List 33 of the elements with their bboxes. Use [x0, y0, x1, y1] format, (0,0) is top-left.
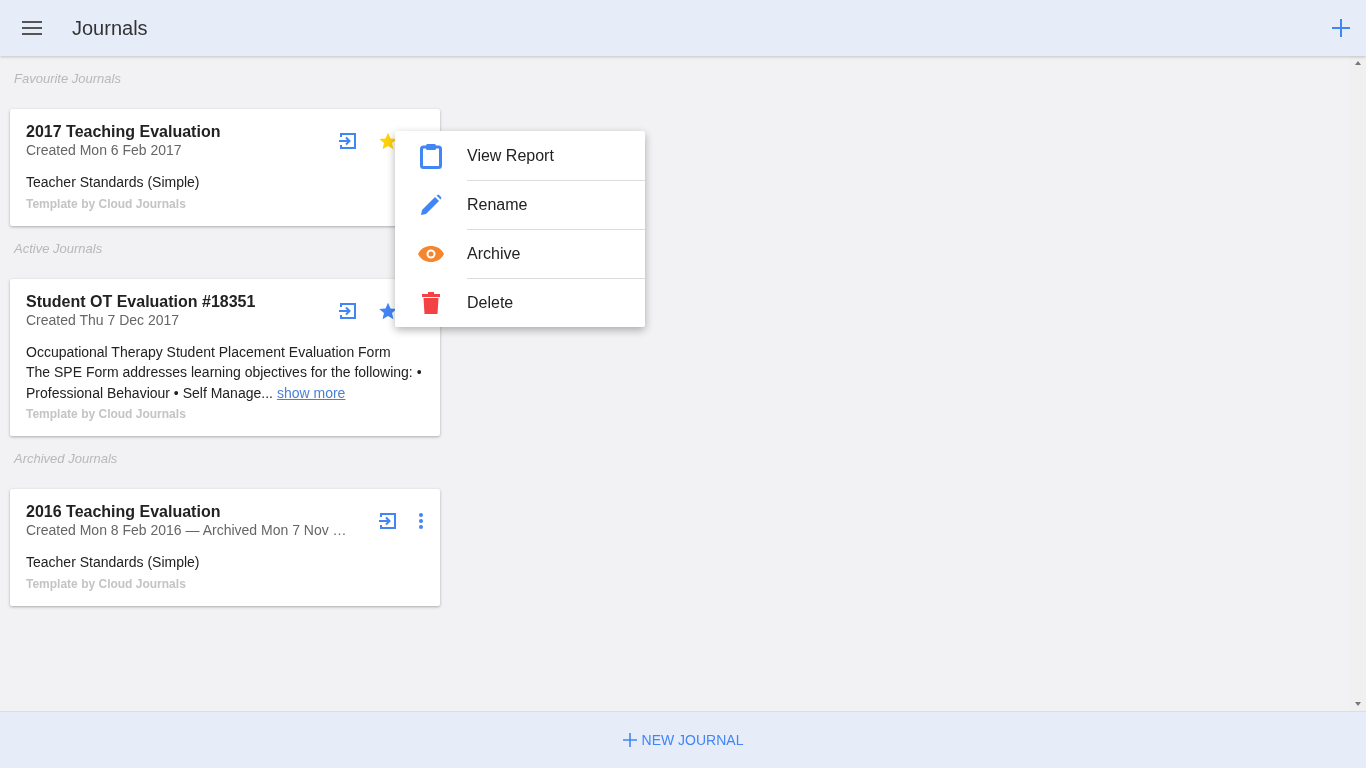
star-icon[interactable]	[378, 131, 398, 151]
more-icon[interactable]	[418, 513, 424, 529]
scroll-up-icon[interactable]	[1353, 60, 1362, 66]
journal-title: 2016 Teaching Evaluation	[26, 503, 222, 521]
menu-item[interactable]: Delete	[395, 278, 645, 327]
template-credit: Template by Cloud Journals	[26, 576, 187, 591]
add-icon[interactable]	[1332, 19, 1350, 37]
journal-title: 2017 Teaching Evaluation	[26, 123, 222, 141]
plus-icon	[622, 733, 637, 747]
menu-item[interactable]: Archive	[395, 229, 645, 278]
journal-title: Student OT Evaluation #18351	[26, 292, 257, 311]
menu-button[interactable]	[20, 19, 44, 37]
section-heading: Archived Journals	[14, 451, 118, 466]
section-heading: Active Journals	[14, 240, 103, 256]
open-icon[interactable]	[338, 131, 358, 151]
open-icon[interactable]	[338, 300, 358, 321]
scrollbar[interactable]	[1349, 56, 1366, 711]
menu-item[interactable]: Rename	[395, 180, 645, 229]
journal-date: Created Mon 8 Feb 2016 — Archived Mon 7 Nov …	[26, 522, 348, 538]
journal-description: Teacher Standards (Simple)	[26, 553, 201, 572]
scroll-down-icon[interactable]	[1353, 701, 1362, 707]
show-more-link[interactable]: show more	[276, 384, 346, 401]
open-icon[interactable]	[378, 511, 398, 531]
menu-item[interactable]: View Report	[395, 131, 645, 180]
journal-date: Created Mon 6 Feb 2017	[26, 142, 183, 158]
journal-description: The SPE Form addresses learning objectives for the following: • Professional Behaviour • Self Manage... show more	[26, 363, 423, 403]
template-credit: Template by Cloud Journals	[26, 407, 187, 421]
journal-description: Teacher Standards (Simple)	[26, 173, 201, 192]
template-credit: Template by Cloud Journals	[26, 196, 187, 211]
app-title: Journals	[72, 16, 148, 40]
journal-date: Created Thu 7 Dec 2017	[26, 311, 181, 328]
section-heading: Favourite Journals	[14, 71, 121, 86]
journal-description: Occupational Therapy Student Placement Evaluation Form	[26, 342, 392, 362]
